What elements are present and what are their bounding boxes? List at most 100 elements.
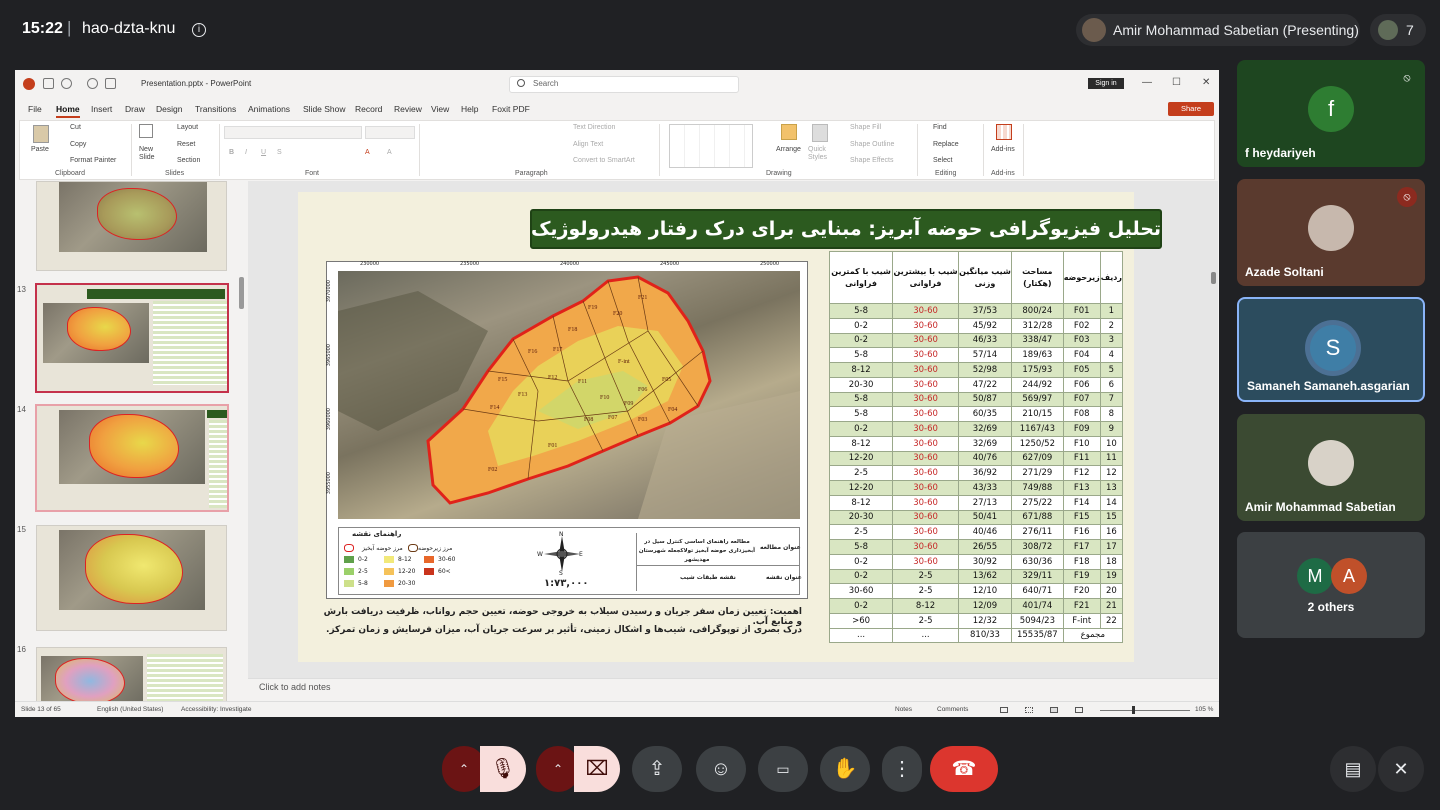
thumbnail-scrollbar[interactable] bbox=[239, 277, 244, 309]
participant-tile[interactable]: Azade Soltani ⦸ bbox=[1237, 179, 1425, 286]
table-cell: 16 bbox=[1099, 524, 1124, 540]
find-button[interactable]: Find bbox=[933, 124, 947, 131]
new-slide-icon[interactable] bbox=[139, 124, 153, 138]
sign-in-button[interactable]: Sign in bbox=[1088, 78, 1124, 89]
slide-sorter-icon[interactable] bbox=[1025, 707, 1033, 713]
text-direction-button[interactable]: Text Direction bbox=[573, 124, 615, 131]
zoom-slider[interactable] bbox=[1100, 710, 1190, 711]
shape-outline-button[interactable]: Shape Outline bbox=[850, 141, 894, 148]
tab-record[interactable]: Record bbox=[355, 104, 382, 114]
slide-thumbnail-14[interactable] bbox=[35, 404, 229, 512]
tab-insert[interactable]: Insert bbox=[91, 104, 112, 114]
undo-icon[interactable] bbox=[61, 78, 72, 89]
microphone-off-icon[interactable]: 🎙 bbox=[480, 746, 526, 792]
slide-thumbnail-15[interactable] bbox=[36, 525, 227, 631]
underline-icon[interactable]: U bbox=[261, 149, 266, 156]
present-icon[interactable] bbox=[105, 78, 116, 89]
accessibility-status[interactable]: Accessibility: Investigate bbox=[181, 706, 251, 713]
redo-icon[interactable] bbox=[87, 78, 98, 89]
slideshow-icon[interactable] bbox=[1075, 707, 1083, 713]
copy-button[interactable]: Copy bbox=[70, 141, 86, 148]
new-slide-button[interactable]: New Slide bbox=[139, 146, 159, 162]
activities-icon[interactable]: ✕ bbox=[1378, 746, 1424, 792]
select-button[interactable]: Select bbox=[933, 157, 952, 164]
notes-placeholder[interactable]: Click to add notes bbox=[259, 682, 331, 692]
tab-draw[interactable]: Draw bbox=[125, 104, 145, 114]
reading-view-icon[interactable] bbox=[1050, 707, 1058, 713]
participant-tile[interactable]: Amir Mohammad Sabetian bbox=[1237, 414, 1425, 521]
more-options-icon[interactable]: ⋮ bbox=[882, 746, 922, 792]
emoji-icon[interactable]: ☺ bbox=[696, 746, 746, 792]
table-cell: 5-8 bbox=[828, 303, 894, 319]
raise-hand-icon[interactable]: ✋ bbox=[820, 746, 870, 792]
replace-button[interactable]: Replace bbox=[933, 141, 959, 148]
italic-icon[interactable]: I bbox=[245, 149, 247, 156]
tab-file[interactable]: File bbox=[28, 104, 42, 114]
captions-icon[interactable]: ▭ bbox=[758, 746, 808, 792]
share-button[interactable]: Share bbox=[1168, 102, 1214, 116]
camera-off-icon[interactable]: ⌧ bbox=[574, 746, 620, 792]
tab-animations[interactable]: Animations bbox=[248, 104, 290, 114]
zoom-level[interactable]: 105 % bbox=[1195, 706, 1213, 713]
slide-thumbnails-panel[interactable]: 13 14 15 16 bbox=[15, 181, 247, 708]
paste-button[interactable]: Paste bbox=[31, 146, 49, 153]
section-button[interactable]: Section bbox=[177, 157, 200, 164]
minimize-icon[interactable]: — bbox=[1142, 77, 1152, 88]
comments-button[interactable]: Comments bbox=[937, 706, 968, 713]
table-cell: 401/74 bbox=[1010, 598, 1064, 614]
close-icon[interactable]: ✕ bbox=[1202, 77, 1210, 88]
shapes-gallery[interactable] bbox=[669, 124, 753, 168]
format-painter-button[interactable]: Format Painter bbox=[70, 157, 116, 164]
reset-button[interactable]: Reset bbox=[177, 141, 195, 148]
legend-basin-label: مرز حوضه آبخیز bbox=[362, 545, 403, 552]
add-ins-button[interactable]: Add-ins bbox=[991, 146, 1015, 153]
normal-view-icon[interactable] bbox=[1000, 707, 1008, 713]
text-highlight-icon[interactable]: A bbox=[387, 149, 392, 156]
font-color-icon[interactable]: A bbox=[365, 149, 370, 156]
tab-design[interactable]: Design bbox=[156, 104, 182, 114]
participant-tile[interactable]: S Samaneh Samaneh.asgarian bbox=[1237, 297, 1425, 402]
participant-tile[interactable]: f f heydariyeh ⦸ bbox=[1237, 60, 1425, 167]
layout-button[interactable]: Layout bbox=[177, 124, 198, 131]
quick-styles-icon[interactable] bbox=[812, 124, 828, 142]
strikethrough-icon[interactable]: S bbox=[277, 149, 282, 156]
cut-button[interactable]: Cut bbox=[70, 124, 81, 131]
quick-styles-button[interactable]: Quick Styles bbox=[808, 146, 832, 162]
leave-call-icon[interactable]: ☎ bbox=[930, 746, 998, 792]
convert-smartart-button[interactable]: Convert to SmartArt bbox=[573, 157, 635, 164]
tab-foxit-pdf[interactable]: Foxit PDF bbox=[492, 104, 530, 114]
slide-thumbnail-16[interactable] bbox=[36, 647, 227, 708]
tab-transitions[interactable]: Transitions bbox=[195, 104, 236, 114]
maximize-icon[interactable]: ☐ bbox=[1172, 77, 1181, 88]
font-name-box[interactable] bbox=[224, 126, 362, 139]
table-cell: 175/93 bbox=[1010, 362, 1064, 378]
tab-home[interactable]: Home bbox=[56, 104, 80, 118]
editor-scrollbar[interactable] bbox=[1211, 272, 1216, 284]
notes-pane[interactable] bbox=[248, 678, 1218, 701]
arrange-icon[interactable] bbox=[781, 124, 797, 140]
tab-view[interactable]: View bbox=[431, 104, 449, 114]
bold-icon[interactable]: B bbox=[229, 149, 234, 156]
zoom-slider-thumb[interactable] bbox=[1132, 706, 1135, 714]
tab-review[interactable]: Review bbox=[394, 104, 422, 114]
present-screen-icon[interactable]: ⇪ bbox=[632, 746, 682, 792]
tab-help[interactable]: Help bbox=[461, 104, 478, 114]
slide-thumbnail[interactable] bbox=[36, 181, 227, 271]
chat-icon[interactable]: ▤ bbox=[1330, 746, 1376, 792]
paste-icon[interactable] bbox=[33, 125, 49, 143]
add-ins-icon[interactable] bbox=[996, 124, 1012, 140]
save-icon[interactable] bbox=[43, 78, 54, 89]
shape-effects-button[interactable]: Shape Effects bbox=[850, 157, 893, 164]
tab-slide-show[interactable]: Slide Show bbox=[303, 104, 346, 114]
font-size-box[interactable] bbox=[365, 126, 415, 139]
group-add-ins: Add-ins bbox=[991, 170, 1015, 177]
language-status[interactable]: English (United States) bbox=[97, 706, 163, 713]
info-icon[interactable]: i bbox=[192, 23, 206, 37]
slope-map[interactable]: F21 F20 F19 F18 F17 F16 F15 F14 F13 F12 F11 F10 F09 F… bbox=[338, 271, 800, 519]
shape-fill-button[interactable]: Shape Fill bbox=[850, 124, 881, 131]
notes-button[interactable]: Notes bbox=[895, 706, 912, 713]
participant-tile[interactable]: MA 2 others bbox=[1237, 532, 1425, 638]
align-text-button[interactable]: Align Text bbox=[573, 141, 603, 148]
arrange-button[interactable]: Arrange bbox=[776, 146, 801, 153]
slide-thumbnail-13[interactable] bbox=[35, 283, 229, 393]
